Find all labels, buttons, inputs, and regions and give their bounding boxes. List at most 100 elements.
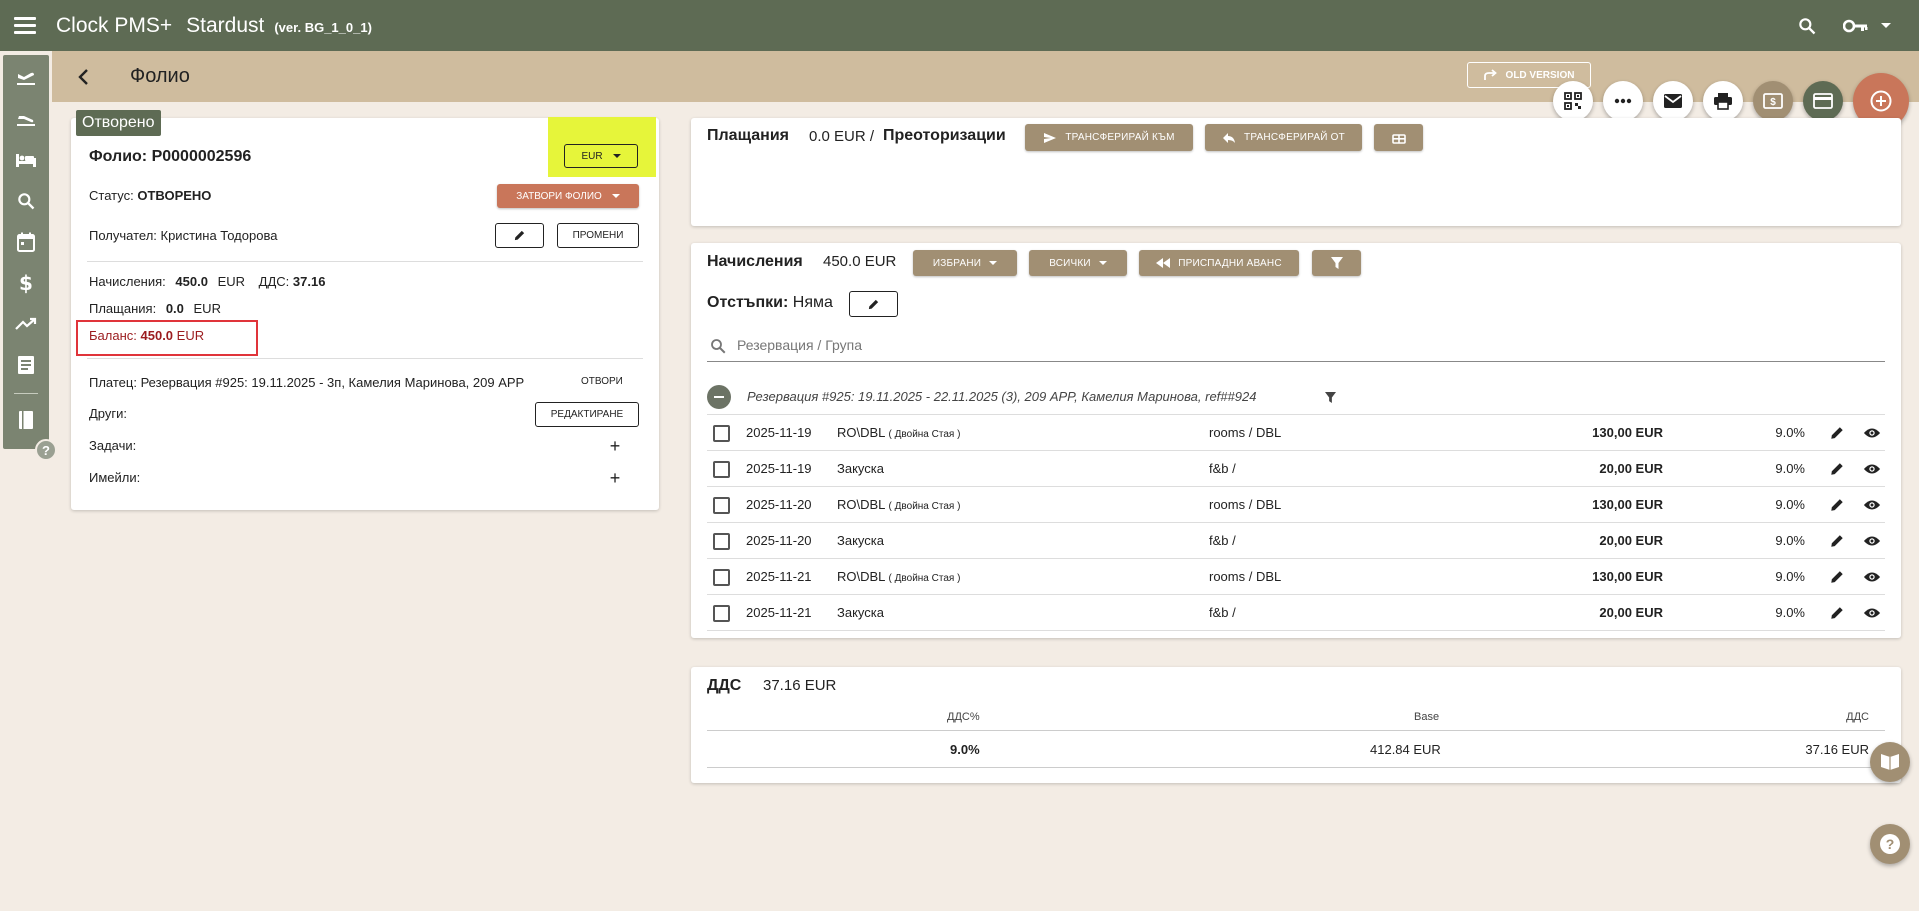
- key-icon: [1843, 19, 1868, 32]
- invoice-button[interactable]: $: [1753, 81, 1793, 121]
- row-checkbox[interactable]: [713, 605, 730, 622]
- deduct-advance-button[interactable]: ПРИСПАДНИ АВАНС: [1139, 250, 1299, 276]
- charges-card: Начисления 450.0 EUR ИЗБРАНИ ВСИЧКИ ПРИС…: [691, 243, 1901, 638]
- add-email-icon[interactable]: +: [607, 469, 623, 487]
- close-folio-button[interactable]: ЗАТВОРИ ФОЛИО: [497, 184, 639, 208]
- divider: [707, 730, 1885, 731]
- gift-card-button[interactable]: [1374, 124, 1423, 151]
- receipt-icon[interactable]: [13, 352, 39, 377]
- row-checkbox[interactable]: [713, 533, 730, 550]
- qr-code-icon: [1564, 92, 1582, 110]
- pencil-icon[interactable]: [1829, 533, 1845, 549]
- charge-name: Закуска: [837, 461, 884, 476]
- chevron-down-icon: [1098, 261, 1107, 265]
- eye-icon[interactable]: [1863, 425, 1881, 441]
- charges-amount: 450.0 EUR: [823, 253, 897, 270]
- row-checkbox[interactable]: [713, 425, 730, 442]
- all-dropdown[interactable]: ВСИЧКИ: [1029, 250, 1127, 276]
- menu-icon[interactable]: [14, 12, 42, 40]
- vat-total-value: 37.16 EUR: [1805, 742, 1869, 757]
- eye-icon[interactable]: [1863, 497, 1881, 513]
- transfer-to-button[interactable]: ТРАНСФЕРИРАЙ КЪМ: [1025, 124, 1193, 151]
- help-circle-icon: ?: [1880, 834, 1900, 854]
- print-button[interactable]: [1703, 81, 1743, 121]
- transfer-to-label: ТРАНСФЕРИРАЙ КЪМ: [1065, 132, 1175, 143]
- eye-icon[interactable]: [1863, 605, 1881, 621]
- payer-text: Платец: Резервация #925: 19.11.2025 - 3п…: [89, 375, 525, 390]
- search-input[interactable]: Резервация / Група: [737, 337, 862, 353]
- pencil-icon[interactable]: [1829, 461, 1845, 477]
- edit-recipient-button[interactable]: [495, 223, 544, 248]
- payments-card: Плащания 0.0 EUR / Преоторизации ТРАНСФЕ…: [691, 118, 1901, 226]
- row-checkbox[interactable]: [713, 497, 730, 514]
- book-icon[interactable]: [13, 408, 39, 433]
- charge-vat: 9.0%: [1775, 425, 1805, 440]
- pencil-icon: [868, 299, 879, 309]
- edit-discounts-button[interactable]: [849, 291, 898, 317]
- charge-item-sub: ( Двойна Стая ): [888, 429, 961, 440]
- charge-vat: 9.0%: [1775, 497, 1805, 512]
- row-checkbox[interactable]: [713, 569, 730, 586]
- calendar-icon[interactable]: [13, 229, 39, 254]
- charges-summary: Начисления: 450.0 EUR ДДС: 37.16: [89, 274, 325, 289]
- edit-others-button[interactable]: РЕДАКТИРАНЕ: [535, 402, 639, 427]
- help-button[interactable]: ?: [1870, 824, 1910, 864]
- top-app-bar: Clock PMS+ Stardust (ver. BG_1_0_1): [0, 0, 1919, 51]
- charge-category: rooms / DBL: [1209, 497, 1282, 512]
- search-icon[interactable]: [1797, 16, 1817, 36]
- page-title: Фолио: [130, 65, 190, 87]
- deduct-advance-label: ПРИСПАДНИ АВАНС: [1178, 257, 1282, 269]
- vat-value: 37.16: [292, 274, 326, 289]
- app-version: (ver. BG_1_0_1): [274, 20, 372, 35]
- currency-value: EUR: [581, 150, 603, 162]
- add-task-icon[interactable]: +: [607, 437, 623, 455]
- filter-button[interactable]: [1312, 250, 1361, 276]
- mail-icon: [1664, 94, 1682, 108]
- currency-select[interactable]: EUR: [564, 144, 638, 168]
- arrivals-icon[interactable]: [13, 65, 39, 90]
- back-arrow-icon[interactable]: [74, 67, 94, 87]
- qr-code-button[interactable]: [1553, 81, 1593, 121]
- table-row: 2025-11-20 RO\DBL ( Двойна Стая ) rooms / …: [707, 487, 1885, 523]
- change-recipient-button[interactable]: ПРОМЕНИ: [557, 223, 639, 248]
- trending-up-icon[interactable]: [13, 311, 39, 336]
- eye-icon[interactable]: [1863, 533, 1881, 549]
- add-circle-icon: [1870, 90, 1892, 112]
- guide-button[interactable]: [1870, 742, 1910, 782]
- charge-amount: 20,00 EUR: [1599, 605, 1663, 620]
- eye-icon[interactable]: [1863, 569, 1881, 585]
- payments-currency: EUR: [193, 301, 221, 316]
- charge-category: rooms / DBL: [1209, 569, 1282, 584]
- email-button[interactable]: [1653, 81, 1693, 121]
- transfer-from-button[interactable]: ТРАНСФЕРИРАЙ ОТ: [1205, 124, 1362, 151]
- collapse-icon[interactable]: [707, 385, 731, 409]
- selected-dropdown[interactable]: ИЗБРАНИ: [913, 250, 1017, 276]
- charge-name: Закуска: [837, 533, 884, 548]
- dollar-icon[interactable]: $: [13, 270, 39, 295]
- charge-name: RO\DBL ( Двойна Стая ): [837, 425, 960, 440]
- pencil-icon[interactable]: [1829, 605, 1845, 621]
- divider: [87, 358, 643, 359]
- chevron-down-icon: [612, 154, 621, 158]
- bed-icon[interactable]: [13, 147, 39, 172]
- vat-rate-value: 9.0%: [950, 742, 980, 757]
- row-checkbox[interactable]: [713, 461, 730, 478]
- pencil-icon[interactable]: [1829, 569, 1845, 585]
- search-icon[interactable]: [13, 188, 39, 213]
- open-payer-link[interactable]: ОТВОРИ: [581, 376, 623, 387]
- key-menu[interactable]: [1843, 18, 1891, 34]
- eye-icon[interactable]: [1863, 461, 1881, 477]
- pencil-icon[interactable]: [1829, 425, 1845, 441]
- more-button[interactable]: [1603, 81, 1643, 121]
- charges-search[interactable]: Резервация / Група: [707, 330, 1885, 362]
- table-row: 2025-11-21 Закуска f&b / 20,00 EUR 9.0%: [707, 595, 1885, 631]
- departures-icon[interactable]: [13, 106, 39, 131]
- pencil-icon[interactable]: [1829, 497, 1845, 513]
- charge-amount: 20,00 EUR: [1599, 461, 1663, 476]
- card-payment-button[interactable]: [1803, 81, 1843, 121]
- filter-icon[interactable]: [1325, 392, 1336, 403]
- charge-vat: 9.0%: [1775, 605, 1805, 620]
- balance-value: 450.0: [140, 328, 174, 343]
- help-icon[interactable]: ?: [35, 439, 57, 461]
- charge-vat: 9.0%: [1775, 533, 1805, 548]
